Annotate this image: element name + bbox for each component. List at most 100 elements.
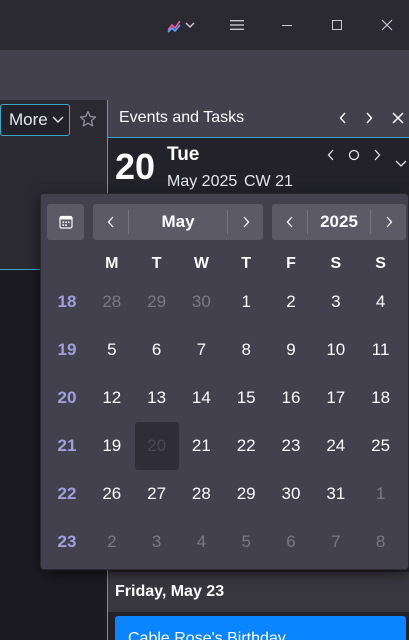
day-cell[interactable]: 7 — [314, 518, 358, 566]
activity-manager-button[interactable] — [158, 0, 204, 50]
day-cell[interactable]: 28 — [90, 278, 134, 326]
day-cell[interactable]: 18 — [359, 374, 403, 422]
day-cell[interactable]: 15 — [224, 374, 268, 422]
today-pane-title: Events and Tasks — [119, 109, 245, 126]
star-button[interactable] — [79, 110, 97, 133]
activity-chart-icon — [167, 20, 195, 33]
minimonth-popup: May 2025 M T W T F S S 18 28 29 30 1 2 3 4 19 5 6 7 8 9 10 11 2… — [40, 193, 409, 570]
day-cell[interactable]: 29 — [135, 278, 179, 326]
prev-month-button[interactable] — [93, 210, 129, 234]
day-cell[interactable]: 5 — [90, 326, 134, 374]
star-icon — [79, 110, 97, 127]
day-cell[interactable]: 4 — [359, 278, 403, 326]
day-cell[interactable]: 9 — [269, 326, 313, 374]
day-cell[interactable]: 23 — [269, 422, 313, 470]
circle-today-icon — [348, 149, 360, 161]
day-cell[interactable]: 30 — [179, 278, 223, 326]
day-cell[interactable]: 21 — [179, 422, 223, 470]
minimize-icon — [282, 25, 292, 26]
day-cell[interactable]: 22 — [224, 422, 268, 470]
weekday-header: S — [330, 255, 342, 272]
today-month-year: May 2025 — [167, 173, 238, 190]
maximize-button[interactable] — [322, 0, 352, 50]
day-cell[interactable]: 6 — [135, 326, 179, 374]
agenda-day-header: Friday, May 23 — [108, 572, 409, 612]
day-cell[interactable]: 31 — [314, 470, 358, 518]
selected-day-cell[interactable]: 20 — [134, 422, 179, 470]
agenda-event-item[interactable]: Cable Rose's Birthday — [115, 616, 406, 640]
today-pane-prev-button[interactable] — [333, 106, 353, 130]
day-cell[interactable]: 3 — [135, 518, 179, 566]
day-cell[interactable]: 12 — [90, 374, 134, 422]
today-day-number: 20 — [115, 146, 156, 187]
minimize-button[interactable] — [272, 0, 302, 50]
year-navigator: 2025 — [272, 204, 406, 240]
day-cell[interactable]: 24 — [314, 422, 358, 470]
day-cell[interactable]: 6 — [269, 518, 313, 566]
day-cell[interactable]: 26 — [90, 470, 134, 518]
day-cell[interactable]: 25 — [359, 422, 403, 470]
weekday-header: F — [286, 255, 296, 272]
day-cell[interactable]: 2 — [269, 278, 313, 326]
day-cell[interactable]: 2 — [90, 518, 134, 566]
week-number: 21 — [57, 436, 77, 455]
chevron-left-icon — [339, 112, 346, 124]
day-cell[interactable]: 8 — [359, 518, 403, 566]
month-label[interactable]: May — [129, 204, 227, 240]
month-navigator: May — [93, 204, 263, 240]
year-label[interactable]: 2025 — [308, 204, 370, 240]
title-bar — [0, 0, 409, 50]
chevron-right-icon — [374, 149, 381, 161]
prev-year-button[interactable] — [272, 210, 308, 234]
open-calendar-button[interactable] — [47, 204, 84, 240]
week-number: 20 — [57, 388, 77, 407]
day-cell[interactable]: 4 — [179, 518, 223, 566]
chevron-down-icon — [395, 160, 407, 167]
today-pane-header: Events and Tasks — [108, 100, 409, 138]
chevron-right-icon — [366, 112, 373, 124]
day-cell[interactable]: 5 — [224, 518, 268, 566]
day-cell[interactable]: 30 — [269, 470, 313, 518]
day-cell[interactable]: 28 — [179, 470, 223, 518]
day-cell[interactable]: 13 — [135, 374, 179, 422]
day-cell[interactable]: 7 — [179, 326, 223, 374]
week-number: 19 — [57, 340, 77, 359]
today-pane-next-button[interactable] — [359, 106, 379, 130]
weekday-header: S — [375, 255, 386, 272]
weekday-header: W — [193, 255, 209, 272]
more-button[interactable]: More — [0, 104, 70, 136]
more-button-label: More — [9, 110, 48, 129]
go-to-today-button[interactable] — [346, 147, 362, 163]
week-number: 23 — [57, 532, 77, 551]
day-cell[interactable]: 29 — [224, 470, 268, 518]
today-calendar-week: CW 21 — [244, 173, 293, 190]
chevron-right-icon — [386, 216, 392, 228]
day-cell[interactable]: 11 — [359, 326, 403, 374]
day-prev-button[interactable] — [323, 145, 339, 165]
minimonth-toggle-button[interactable] — [393, 156, 409, 172]
day-cell[interactable]: 1 — [359, 470, 403, 518]
day-cell[interactable]: 16 — [269, 374, 313, 422]
day-next-button[interactable] — [369, 145, 385, 165]
next-month-button[interactable] — [227, 210, 263, 234]
week-number: 22 — [57, 484, 77, 503]
close-icon — [392, 112, 404, 124]
day-cell[interactable]: 8 — [224, 326, 268, 374]
today-pane-close-button[interactable] — [388, 106, 408, 130]
day-cell[interactable]: 17 — [314, 374, 358, 422]
chevron-left-icon — [327, 149, 334, 161]
hamburger-icon — [230, 20, 244, 30]
close-window-button[interactable] — [372, 0, 402, 50]
day-cell[interactable]: 19 — [90, 422, 134, 470]
day-cell[interactable]: 1 — [224, 278, 268, 326]
next-year-button[interactable] — [370, 210, 406, 234]
app-menu-button[interactable] — [222, 0, 252, 50]
calendar-icon — [58, 215, 73, 229]
day-cell[interactable]: 27 — [135, 470, 179, 518]
chevron-right-icon — [243, 216, 249, 228]
day-cell[interactable]: 10 — [314, 326, 358, 374]
day-cell[interactable]: 14 — [179, 374, 223, 422]
day-cell[interactable]: 3 — [314, 278, 358, 326]
chevron-left-icon — [286, 216, 292, 228]
close-icon — [381, 19, 393, 31]
